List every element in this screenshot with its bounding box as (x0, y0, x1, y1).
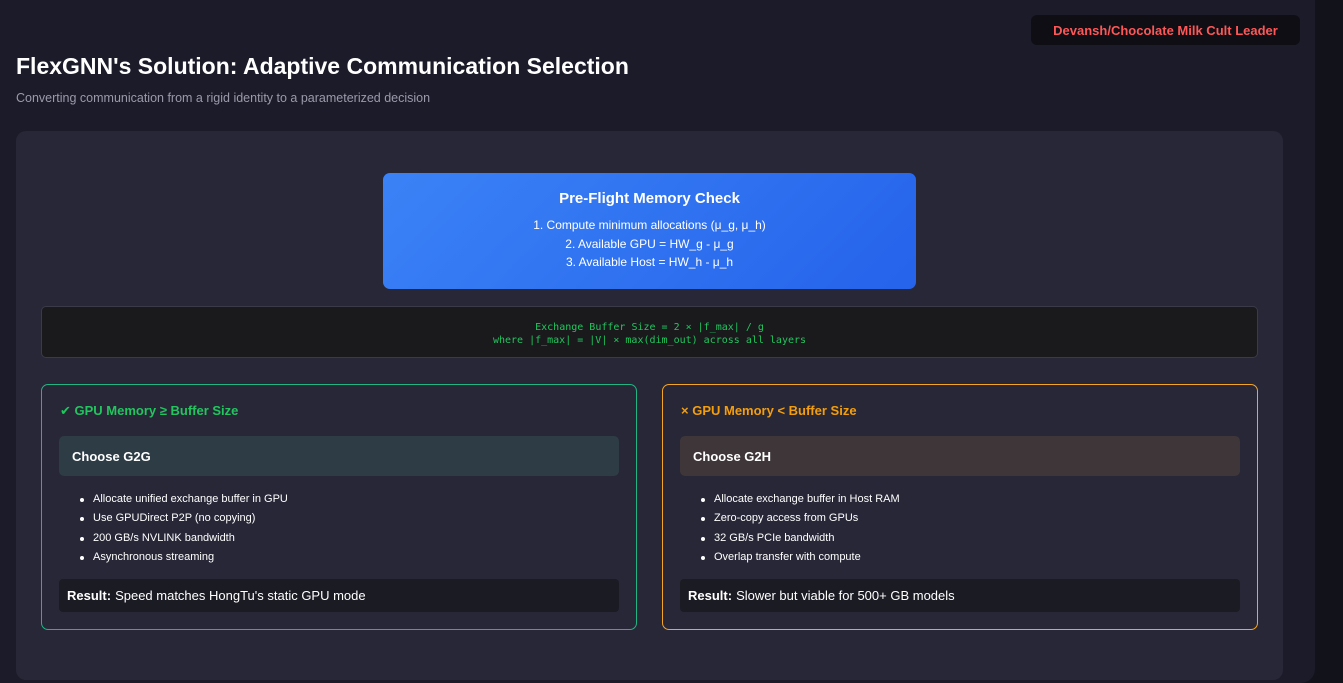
formula-line: Exchange Buffer Size = 2 × |f_max| / g (535, 322, 764, 333)
list-item: Asynchronous streaming (78, 548, 288, 567)
preflight-check-box: Pre-Flight Memory Check 1. Compute minim… (383, 173, 916, 289)
g2g-choice-banner: Choose G2G (59, 436, 619, 476)
preflight-step: 3. Available Host = HW_h - μ_h (565, 255, 734, 269)
g2h-card: × GPU Memory < Buffer Size Choose G2H Al… (662, 384, 1258, 630)
preflight-step: 2. Available GPU = HW_g - μ_g (565, 236, 734, 251)
g2h-choice-banner: Choose G2H (680, 436, 1240, 476)
list-item: Allocate exchange buffer in Host RAM (699, 490, 900, 509)
g2h-result: Result: Slower but viable for 500+ GB mo… (680, 579, 1240, 612)
window-edge (1315, 0, 1343, 683)
formula-line: where |f_max| = |V| × max(dim_out) acros… (492, 335, 807, 346)
result-label: Result: (688, 588, 733, 603)
diagram-panel: Pre-Flight Memory Check 1. Compute minim… (16, 131, 1283, 680)
author-badge: Devansh/Chocolate Milk Cult Leader (1031, 15, 1300, 45)
page-title: FlexGNN's Solution: Adaptive Communicati… (16, 53, 629, 79)
list-item: Zero-copy access from GPUs (699, 509, 900, 528)
g2g-condition: ✔ GPU Memory ≥ Buffer Size (60, 403, 239, 418)
preflight-step: 1. Compute minimum allocations (μ_g, μ_h… (533, 218, 766, 232)
g2g-result: Result: Speed matches HongTu's static GP… (59, 579, 619, 612)
preflight-title: Pre-Flight Memory Check (559, 190, 740, 207)
g2h-feature-list: Allocate exchange buffer in Host RAM Zer… (699, 490, 900, 567)
g2h-condition: × GPU Memory < Buffer Size (681, 403, 857, 418)
g2g-feature-list: Allocate unified exchange buffer in GPU … (78, 490, 288, 567)
list-item: Use GPUDirect P2P (no copying) (78, 509, 288, 528)
list-item: 32 GB/s PCIe bandwidth (699, 529, 900, 548)
list-item: Allocate unified exchange buffer in GPU (78, 490, 288, 509)
result-text: Speed matches HongTu's static GPU mode (115, 588, 366, 603)
list-item: 200 GB/s NVLINK bandwidth (78, 529, 288, 548)
result-label: Result: (67, 588, 112, 603)
list-item: Overlap transfer with compute (699, 548, 900, 567)
page-background: Devansh/Chocolate Milk Cult Leader FlexG… (0, 0, 1315, 683)
g2g-card: ✔ GPU Memory ≥ Buffer Size Choose G2G Al… (41, 384, 637, 630)
result-text: Slower but viable for 500+ GB models (736, 588, 955, 603)
page-subtitle: Converting communication from a rigid id… (16, 91, 431, 105)
buffer-formula-box: Exchange Buffer Size = 2 × |f_max| / g w… (41, 306, 1258, 358)
